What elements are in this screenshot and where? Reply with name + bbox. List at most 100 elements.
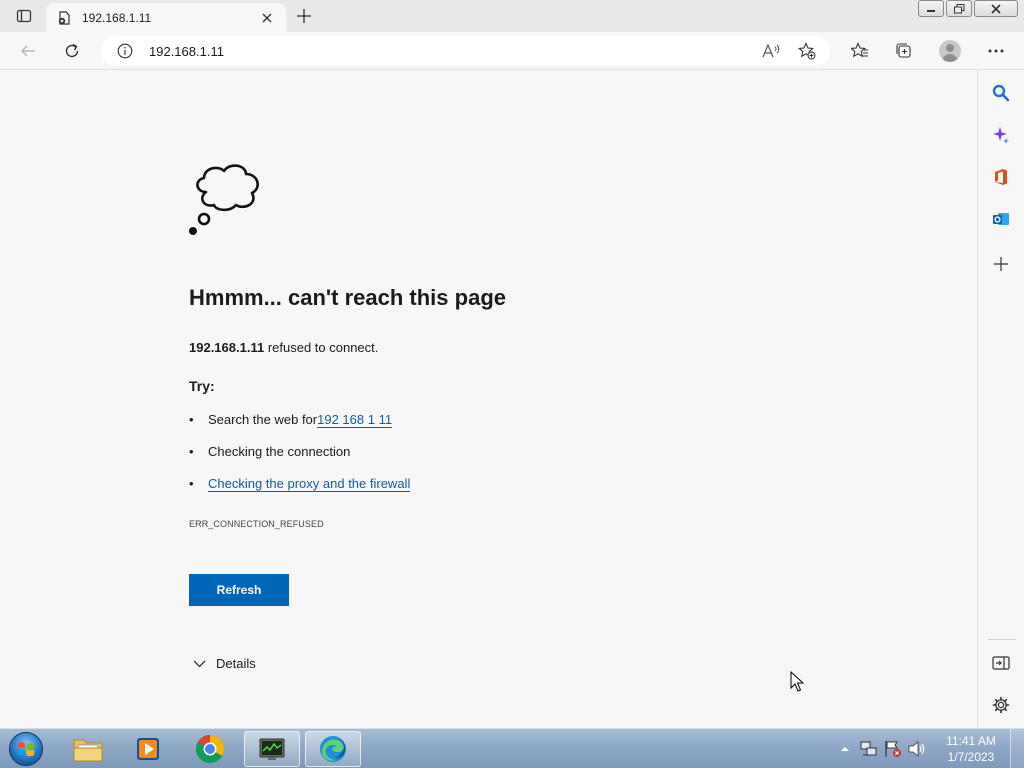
tab-title: 192.168.1.11 [82, 10, 152, 25]
taskbar-explorer[interactable] [60, 731, 116, 767]
back-arrow-icon [21, 45, 35, 57]
plus-icon [994, 257, 1008, 271]
minimize-icon [927, 9, 935, 12]
minimize-button[interactable] [918, 0, 944, 17]
start-button[interactable] [6, 730, 46, 768]
outlook-icon [993, 213, 1009, 225]
reload-icon [65, 43, 79, 58]
close-icon [991, 3, 1001, 14]
sidebar-add-button[interactable] [988, 251, 1014, 277]
search-web-link[interactable]: 192 168 1 11 [317, 412, 393, 428]
read-aloud-icon [762, 43, 780, 58]
system-tray: 11:41 AM 1/7/2023 [832, 729, 1024, 768]
favorites-button[interactable] [846, 37, 874, 65]
address-bar[interactable]: 192.168.1.11 [101, 36, 830, 66]
suggestion-search: • Search the web for 192 168 1 11 [189, 412, 393, 428]
office-icon [995, 169, 1007, 185]
new-tab-button[interactable] [292, 6, 316, 26]
show-desktop-button[interactable] [1010, 729, 1024, 768]
avatar-body [942, 54, 958, 62]
sidebar-search-button[interactable] [988, 80, 1014, 106]
edge-icon [320, 736, 346, 762]
volume-button[interactable] [906, 738, 928, 760]
clock-date: 1/7/2023 [947, 750, 995, 764]
network-tray-button[interactable] [858, 738, 880, 760]
task-manager-icon [259, 738, 285, 760]
suggestion-connection: • Checking the connection [189, 444, 350, 459]
favorites-icon [851, 42, 868, 58]
address-url[interactable]: 192.168.1.11 [149, 44, 758, 59]
sidebar-divider [988, 639, 1016, 640]
error-message: 192.168.1.11 refused to connect. [189, 340, 378, 355]
add-favorite-button[interactable] [794, 38, 820, 64]
windows-logo-icon [9, 732, 43, 766]
sidebar-settings-button[interactable] [988, 692, 1014, 718]
hide-sidebar-icon [992, 656, 1010, 670]
action-center-button[interactable] [882, 738, 904, 760]
page-error-icon [56, 10, 72, 26]
window-controls [916, 0, 1024, 18]
title-bar: 192.168.1.11 [0, 0, 1024, 32]
error-code: ERR_CONNECTION_REFUSED [189, 519, 324, 529]
site-info-icon[interactable] [115, 41, 135, 61]
details-label: Details [216, 656, 256, 671]
chrome-icon [196, 735, 224, 763]
more-dots-icon [988, 49, 1004, 53]
thought-cloud-icon [189, 164, 259, 235]
tab-close-button[interactable] [258, 9, 276, 27]
bullet: • [189, 476, 194, 491]
restore-button[interactable] [946, 0, 972, 17]
reload-button[interactable] [58, 37, 86, 65]
taskbar-task-manager[interactable] [244, 731, 300, 767]
media-player-icon [137, 738, 159, 760]
show-hidden-icons-button[interactable] [834, 738, 856, 760]
chevron-up-icon [841, 747, 849, 751]
read-aloud-button[interactable] [758, 38, 784, 64]
star-add-icon [798, 42, 816, 60]
details-toggle[interactable]: Details [193, 656, 256, 671]
windows-taskbar: 11:41 AM 1/7/2023 [0, 728, 1024, 768]
sidebar-office-button[interactable] [988, 164, 1014, 190]
folder-icon [73, 739, 103, 762]
sidebar-copilot-button[interactable] [988, 122, 1014, 148]
search-icon [992, 84, 1010, 102]
try-label: Try: [189, 378, 215, 394]
taskbar-edge[interactable] [305, 731, 361, 767]
mouse-pointer-icon [790, 671, 804, 692]
taskbar-media-player[interactable] [120, 731, 176, 767]
error-heading: Hmmm... can't reach this page [189, 285, 506, 310]
error-host: 192.168.1.11 [189, 340, 265, 355]
refresh-button[interactable]: Refresh [189, 574, 289, 606]
edge-sidebar [977, 71, 1024, 728]
sidebar-outlook-button[interactable] [988, 206, 1014, 232]
browser-toolbar: 192.168.1.11 [0, 32, 1024, 70]
network-icon [860, 741, 877, 756]
taskbar-chrome[interactable] [182, 731, 238, 767]
back-button[interactable] [14, 37, 42, 65]
proxy-firewall-link[interactable]: Checking the proxy and the firewall [208, 476, 411, 492]
collections-button[interactable] [890, 37, 918, 65]
plus-icon [297, 9, 311, 23]
error-page: Hmmm... can't reach this page 192.168.1.… [0, 71, 977, 728]
bullet: • [189, 412, 194, 427]
clock-time: 11:41 AM [946, 734, 996, 748]
collections-icon [896, 43, 911, 58]
bullet: • [189, 444, 194, 459]
error-message-text: refused to connect. [264, 340, 379, 355]
settings-more-button[interactable] [982, 37, 1010, 65]
sidebar-hide-button[interactable] [988, 650, 1014, 676]
window-close-button[interactable] [974, 0, 1018, 17]
browser-tab[interactable]: 192.168.1.11 [46, 3, 286, 32]
taskbar-clock[interactable]: 11:41 AM 1/7/2023 [936, 733, 1006, 765]
avatar-head [946, 44, 954, 52]
flag-alert-icon [885, 741, 901, 757]
profile-avatar[interactable] [939, 40, 961, 62]
suggestion-search-text: Search the web for [208, 412, 318, 427]
suggestion-connection-text: Checking the connection [208, 444, 351, 459]
tab-actions-icon [16, 9, 32, 23]
chevron-down-icon [193, 660, 206, 667]
gear-icon [992, 696, 1010, 714]
restore-icon [953, 3, 964, 13]
tab-actions-button[interactable] [8, 5, 40, 27]
sparkle-icon [993, 127, 1009, 144]
